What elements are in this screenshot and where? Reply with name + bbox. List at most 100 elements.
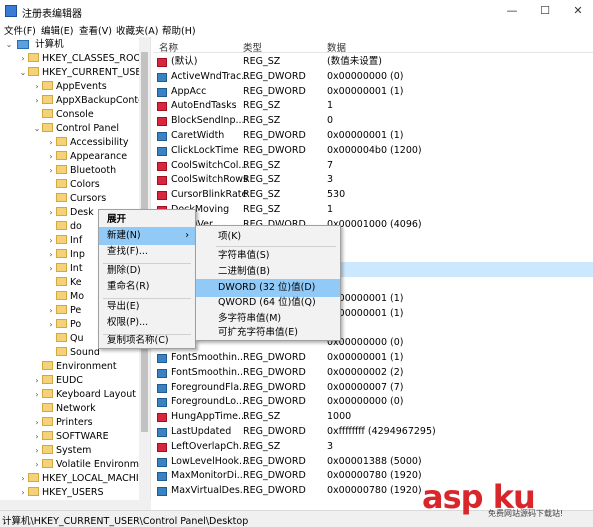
expand-arrow-icon[interactable]: ⌄: [32, 122, 42, 136]
expand-arrow-icon[interactable]: ›: [46, 262, 56, 276]
tree-node[interactable]: › Printers: [32, 416, 93, 430]
table-row[interactable]: CoolSwitchRows REG_SZ 3: [153, 173, 593, 188]
tree-root[interactable]: ⌄ 计算机: [4, 38, 64, 52]
table-row[interactable]: AppAcc REG_DWORD 0x00000001 (1): [153, 85, 593, 100]
table-row[interactable]: CaretWidth REG_DWORD 0x00000001 (1): [153, 129, 593, 144]
menu-edit[interactable]: 编辑(E): [41, 23, 73, 37]
menu-item-find[interactable]: 查找(F)...: [99, 243, 195, 261]
tree-node-label: HKEY_USERS: [42, 487, 104, 498]
table-row[interactable]: ClickLockTime REG_DWORD 0x000004b0 (1200): [153, 144, 593, 159]
tree-node-label: Inf: [70, 235, 83, 246]
menu-file[interactable]: 文件(F): [4, 23, 36, 37]
folder-icon: [28, 487, 39, 496]
tree-node[interactable]: › Inp: [46, 248, 85, 262]
expand-arrow-icon[interactable]: ›: [46, 234, 56, 248]
column-type-header[interactable]: 类型: [243, 40, 262, 54]
tree-node[interactable]: › Bluetooth: [46, 164, 116, 178]
expand-arrow-icon[interactable]: ›: [32, 388, 42, 402]
tree-node[interactable]: Environment: [32, 360, 117, 374]
tree-node-label: Console: [56, 109, 94, 120]
menu-item-rename[interactable]: 重命名(R): [99, 278, 195, 296]
expand-arrow-icon[interactable]: ›: [32, 416, 42, 430]
tree-node[interactable]: › Inf: [46, 234, 82, 248]
tree-node[interactable]: › Accessibility: [46, 136, 128, 150]
table-row[interactable]: (默认) REG_SZ (数值未设置): [153, 55, 593, 70]
expand-arrow-icon[interactable]: ›: [18, 472, 28, 486]
expand-arrow-icon[interactable]: ›: [32, 444, 42, 458]
tree-node[interactable]: Ke: [46, 276, 82, 290]
table-row[interactable]: ForegroundFla... REG_DWORD 0x00000007 (7): [153, 381, 593, 396]
folder-icon: [42, 403, 53, 412]
table-row[interactable]: ForegroundLo... REG_DWORD 0x00000000 (0): [153, 395, 593, 410]
table-row[interactable]: LowLevelHook... REG_DWORD 0x00001388 (5000…: [153, 455, 593, 470]
expand-arrow-icon[interactable]: ›: [32, 458, 42, 472]
tree-node[interactable]: › HKEY_CLASSES_ROOT: [18, 52, 147, 66]
tree-node[interactable]: Cursors: [46, 192, 106, 206]
expand-arrow-icon[interactable]: ›: [32, 430, 42, 444]
expand-arrow-icon[interactable]: ›: [32, 94, 42, 108]
minimize-button[interactable]: —: [497, 0, 527, 22]
expand-arrow-icon[interactable]: ›: [32, 80, 42, 94]
tree-node[interactable]: Console: [32, 108, 94, 122]
tree-node[interactable]: do: [46, 220, 82, 234]
table-row[interactable]: HungAppTime... REG_SZ 1000: [153, 410, 593, 425]
tree-node[interactable]: › AppEvents: [32, 80, 107, 94]
expand-arrow-icon[interactable]: ›: [46, 206, 56, 220]
submenu-item-key[interactable]: 项(K): [196, 228, 340, 246]
tree-node[interactable]: › System: [32, 444, 91, 458]
tree-node[interactable]: › HKEY_LOCAL_MACHINE: [18, 472, 150, 486]
table-row[interactable]: CoolSwitchCol... REG_SZ 7: [153, 159, 593, 174]
expand-arrow-icon[interactable]: ›: [46, 318, 56, 332]
table-row[interactable]: FontSmoothin... REG_DWORD 0x00000001 (1): [153, 351, 593, 366]
tree-node[interactable]: › Int: [46, 262, 83, 276]
expand-arrow-icon[interactable]: ›: [32, 374, 42, 388]
tree-node[interactable]: › Desk: [46, 206, 94, 220]
table-row[interactable]: LeftOverlapCh... REG_SZ 3: [153, 440, 593, 455]
table-row[interactable]: CursorBlinkRate REG_SZ 530: [153, 188, 593, 203]
tree-node[interactable]: › Pe: [46, 304, 81, 318]
tree-node[interactable]: Mo: [46, 290, 84, 304]
expand-arrow-icon[interactable]: ›: [46, 304, 56, 318]
table-row[interactable]: AutoEndTasks REG_SZ 1: [153, 99, 593, 114]
expand-arrow-icon[interactable]: ›: [18, 486, 28, 500]
collapse-icon[interactable]: ⌄: [4, 38, 14, 52]
expand-arrow-icon[interactable]: ›: [18, 52, 28, 66]
table-row[interactable]: LastUpdated REG_DWORD 0xffffffff (42949672…: [153, 425, 593, 440]
maximize-button[interactable]: ☐: [530, 0, 560, 22]
table-row[interactable]: ActiveWndTrac... REG_DWORD 0x00000000 (0): [153, 70, 593, 85]
expand-arrow-icon[interactable]: ›: [46, 248, 56, 262]
menu-favorites[interactable]: 收藏夹(A): [116, 23, 158, 37]
menu-item-copy-key-name[interactable]: 复制项名称(C): [99, 332, 195, 350]
tree-node[interactable]: › Volatile Environmen: [32, 458, 150, 472]
value-data: 0x000004b0 (1200): [327, 144, 422, 156]
column-name-header[interactable]: 名称: [159, 40, 178, 54]
table-row[interactable]: BlockSendInp... REG_SZ 0: [153, 114, 593, 129]
tree-node[interactable]: › SOFTWARE: [32, 430, 109, 444]
tree-node[interactable]: Network: [32, 402, 96, 416]
tree-node[interactable]: › EUDC: [32, 374, 83, 388]
tree-node[interactable]: Colors: [46, 178, 100, 192]
tree-node[interactable]: ⌄ Control Panel: [32, 122, 119, 136]
menu-item-permissions[interactable]: 权限(P)...: [99, 314, 195, 332]
tree-node[interactable]: › Po: [46, 318, 81, 332]
tree-node[interactable]: › HKEY_USERS: [18, 486, 104, 500]
expand-arrow-icon[interactable]: ⌄: [18, 66, 28, 80]
column-data-header[interactable]: 数据: [327, 40, 346, 54]
value-type: REG_DWORD: [243, 70, 306, 82]
menu-help[interactable]: 帮助(H): [162, 23, 196, 37]
tree-node[interactable]: ⌄ HKEY_CURRENT_USER: [18, 66, 148, 80]
expand-arrow-icon[interactable]: ›: [46, 150, 56, 164]
close-button[interactable]: ✕: [563, 0, 593, 22]
tree-node[interactable]: Qu: [46, 332, 84, 346]
table-row[interactable]: FontSmoothin... REG_DWORD 0x00000002 (2): [153, 366, 593, 381]
expand-arrow-icon[interactable]: ›: [46, 136, 56, 150]
table-row[interactable]: DockMoving REG_SZ 1: [153, 203, 593, 218]
expand-arrow-icon[interactable]: ›: [46, 164, 56, 178]
tree-node[interactable]: › AppXBackupConter: [32, 94, 148, 108]
tree-node[interactable]: Sound: [46, 346, 100, 360]
submenu-item-expandable-string-value[interactable]: 可扩充字符串值(E): [196, 325, 340, 340]
tree-horizontal-scrollbar[interactable]: [0, 500, 151, 510]
tree-node[interactable]: › Appearance: [46, 150, 127, 164]
tree-node[interactable]: › Keyboard Layout: [32, 388, 136, 402]
menu-view[interactable]: 查看(V): [79, 23, 112, 37]
